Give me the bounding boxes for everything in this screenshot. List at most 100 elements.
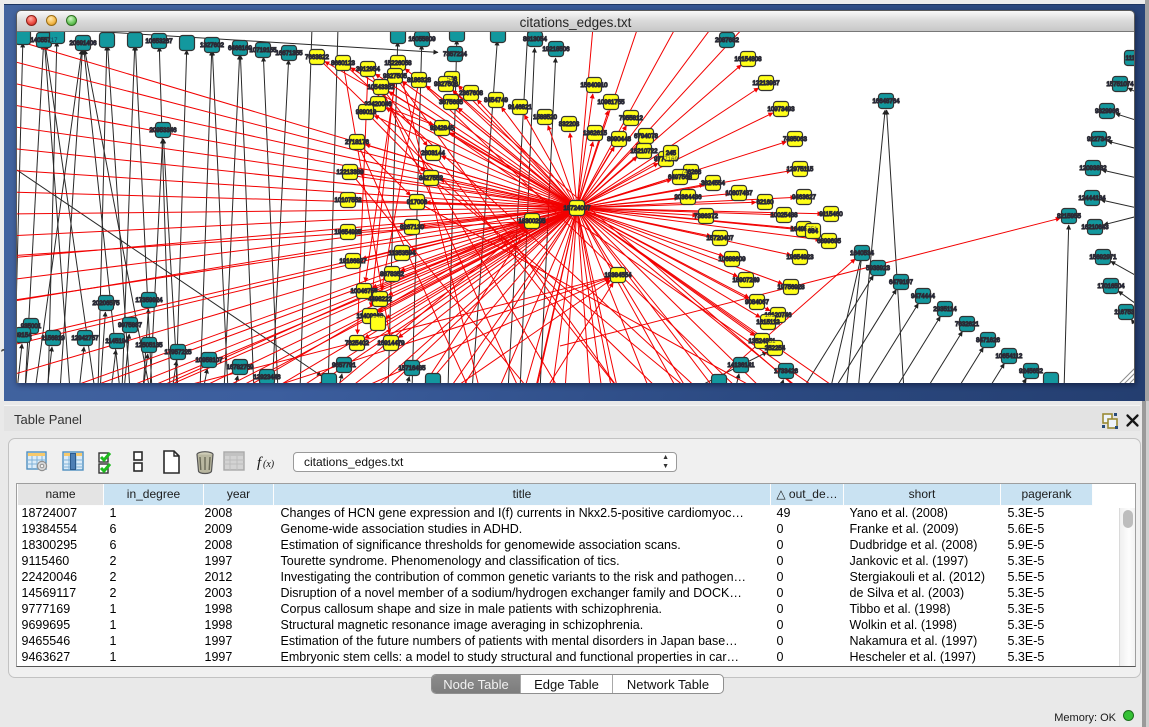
svg-text:1145194: 1145194	[105, 338, 129, 345]
svg-text:10107552: 10107552	[334, 197, 362, 204]
svg-text:14136141: 14136141	[727, 362, 755, 369]
svg-text:16210722: 16210722	[630, 148, 658, 155]
svg-text:18300295: 18300295	[518, 218, 546, 225]
svg-text:14055717: 14055717	[30, 37, 58, 44]
svg-text:9474444: 9474444	[911, 293, 935, 300]
svg-text:10961755: 10961755	[597, 99, 625, 106]
svg-text:10654112: 10654112	[996, 353, 1023, 360]
svg-text:19384554: 19384554	[604, 272, 632, 279]
svg-text:3875685: 3875685	[439, 99, 463, 106]
svg-text:1588520: 1588520	[533, 114, 557, 121]
svg-text:10958107: 10958107	[195, 357, 223, 364]
svg-text:20953346: 20953346	[149, 127, 177, 134]
svg-text:7386372: 7386372	[694, 213, 718, 220]
svg-text:4498222: 4498222	[368, 296, 392, 303]
svg-text:1615112: 1615112	[756, 319, 780, 326]
svg-text:7663822: 7663822	[305, 54, 329, 61]
svg-text:19756928: 19756928	[777, 284, 805, 291]
svg-text:832203: 832203	[559, 121, 580, 128]
svg-text:989018: 989018	[356, 109, 377, 116]
svg-text:17016504: 17016504	[1097, 283, 1125, 290]
svg-text:12444134: 12444134	[1078, 195, 1106, 202]
svg-text:13524851: 13524851	[748, 338, 776, 345]
svg-text:245: 245	[666, 150, 677, 157]
svg-text:2935114: 2935114	[933, 306, 957, 313]
svg-text:12213389: 12213389	[336, 169, 364, 176]
svg-text:9327505: 9327505	[383, 73, 407, 80]
svg-text:917006: 917006	[407, 199, 428, 206]
svg-text:9245652: 9245652	[1019, 368, 1043, 375]
svg-text:16914479: 16914479	[377, 340, 405, 347]
svg-text:7632621: 7632621	[955, 321, 979, 328]
svg-text:7357224: 7357224	[443, 51, 467, 58]
svg-text:20364436: 20364436	[674, 194, 702, 201]
svg-text:16055809: 16055809	[408, 36, 436, 43]
svg-text:8427552: 8427552	[419, 175, 443, 182]
svg-text:10120746: 10120746	[764, 312, 792, 319]
svg-text:1362615: 1362615	[583, 130, 607, 137]
svg-text:9084067: 9084067	[745, 299, 769, 306]
svg-text:16154808: 16154808	[734, 56, 762, 63]
svg-text:2087682: 2087682	[715, 37, 739, 44]
svg-text:8454749: 8454749	[484, 97, 508, 104]
svg-text:10046755: 10046755	[350, 288, 378, 295]
svg-text:7625402: 7625402	[345, 340, 369, 347]
svg-text:11409948: 11409948	[357, 313, 384, 320]
svg-text:8660123: 8660123	[331, 60, 355, 67]
svg-text:22420046: 22420046	[364, 101, 392, 108]
svg-text:6497568: 6497568	[668, 174, 692, 181]
svg-text:1156819: 1156819	[41, 335, 65, 342]
svg-text:935001: 935001	[21, 323, 42, 330]
svg-text:1327602: 1327602	[200, 42, 224, 49]
svg-text:6794078: 6794078	[634, 133, 658, 140]
svg-text:8813054: 8813054	[523, 36, 547, 43]
svg-text:10719155: 10719155	[249, 47, 277, 54]
svg-text:17957225: 17957225	[164, 349, 192, 356]
svg-text:10543382: 10543382	[367, 84, 395, 91]
svg-text:18724007: 18724007	[563, 205, 591, 212]
svg-text:10973493: 10973493	[767, 106, 795, 113]
svg-text:12213967: 12213967	[752, 80, 780, 87]
svg-text:6479197: 6479197	[889, 279, 913, 286]
svg-text:10807487: 10807487	[725, 190, 753, 197]
svg-text:8215955: 8215955	[1057, 213, 1081, 220]
svg-text:62160: 62160	[757, 199, 775, 206]
svg-text:11353594: 11353594	[389, 250, 416, 257]
svg-text:10025488: 10025488	[770, 212, 798, 219]
svg-text:9657791: 9657791	[332, 362, 356, 369]
svg-text:9227342: 9227342	[1087, 136, 1111, 143]
svg-text:1640534: 1640534	[850, 250, 874, 257]
svg-text:9146821: 9146821	[508, 104, 532, 111]
svg-text:1167533: 1167533	[1114, 309, 1134, 316]
svg-text:16782759: 16782759	[226, 364, 254, 371]
svg-text:2803144: 2803144	[421, 150, 445, 157]
svg-text:5938923: 5938923	[866, 265, 890, 272]
svg-text:15692971: 15692971	[1089, 254, 1117, 261]
svg-text:1733426: 1733426	[774, 368, 798, 375]
svg-text:3912954: 3912954	[356, 66, 380, 73]
svg-text:2718176: 2718176	[345, 139, 369, 146]
svg-text:12942757: 12942757	[71, 335, 99, 342]
svg-text:20206575: 20206575	[92, 300, 120, 307]
svg-text:2367608: 2367608	[459, 90, 483, 97]
svg-text:19654925: 19654925	[334, 229, 362, 236]
svg-text:10688609: 10688609	[718, 256, 746, 263]
svg-text:18907249: 18907249	[732, 277, 760, 284]
svg-text:9975887: 9975887	[118, 322, 142, 329]
svg-text:15640910: 15640910	[580, 82, 608, 89]
svg-text:15716485: 15716485	[398, 365, 426, 372]
svg-text:15720407: 15720407	[706, 235, 734, 242]
svg-text:8471626: 8471626	[976, 337, 1000, 344]
svg-text:19218506: 19218506	[542, 46, 570, 53]
svg-text:16210643: 16210643	[1081, 224, 1109, 231]
svg-text:7485063: 7485063	[783, 136, 807, 143]
svg-text:15226058: 15226058	[384, 60, 412, 67]
svg-text:12923446: 12923446	[253, 374, 281, 381]
svg-text:8186328: 8186328	[407, 77, 431, 84]
svg-text:39154: 39154	[17, 332, 32, 339]
svg-text:20691406: 20691406	[69, 40, 97, 47]
svg-text:9242845: 9242845	[430, 125, 454, 132]
svg-text:3824554: 3824554	[701, 180, 725, 187]
svg-text:19166827: 19166827	[339, 258, 367, 265]
svg-text:8878352: 8878352	[380, 271, 404, 278]
